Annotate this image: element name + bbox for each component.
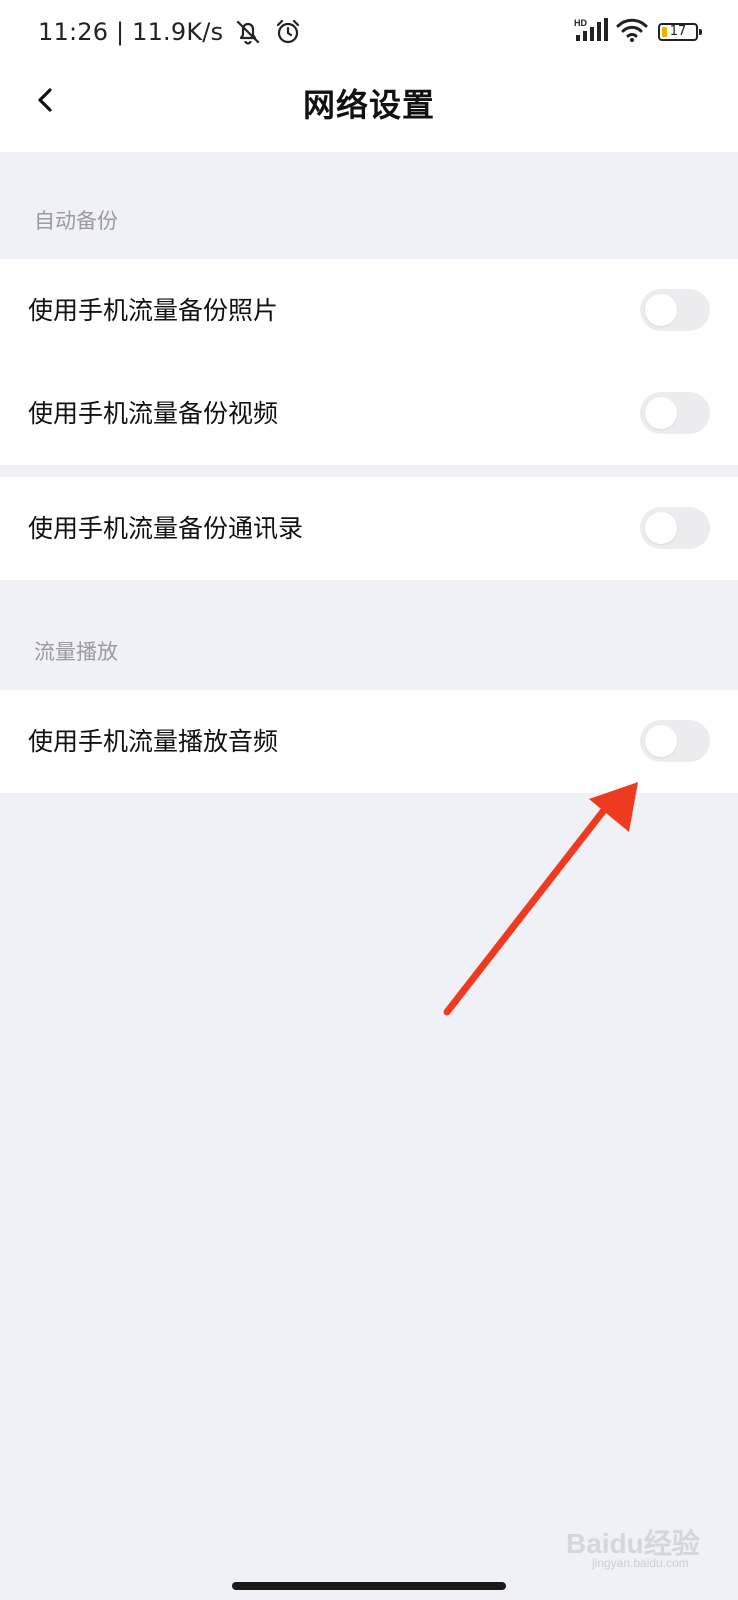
section-label-auto-backup: 自动备份 — [34, 209, 118, 233]
setting-row-play-audio[interactable]: 使用手机流量播放音频 — [0, 690, 738, 793]
toggle-knob — [645, 512, 677, 544]
status-time-speed: 11:26 | 11.9K/s — [38, 18, 224, 46]
setting-row-backup-photos[interactable]: 使用手机流量备份照片 — [0, 259, 738, 362]
battery-icon: 17 — [658, 23, 702, 41]
status-right: HD 17 — [566, 14, 702, 50]
setting-row-backup-videos[interactable]: 使用手机流量备份视频 — [0, 362, 738, 465]
setting-label: 使用手机流量备份照片 — [28, 296, 279, 325]
signal-icon: HD — [574, 17, 608, 47]
settings-group-playback: 使用手机流量播放音频 — [0, 690, 738, 793]
wifi-icon — [616, 17, 648, 47]
toggle-backup-photos[interactable] — [640, 289, 710, 331]
battery-level: 17 — [669, 24, 687, 39]
setting-label: 使用手机流量备份通讯录 — [28, 514, 304, 543]
status-bar: 11:26 | 11.9K/s HD 17 — [0, 0, 738, 62]
settings-group-backup-contacts: 使用手机流量备份通讯录 — [0, 477, 738, 580]
settings-group-backup-media: 使用手机流量备份照片 使用手机流量备份视频 — [0, 259, 738, 465]
toggle-play-audio[interactable] — [640, 720, 710, 762]
page-title: 网络设置 — [302, 86, 435, 124]
annotation-arrow-icon — [443, 782, 638, 1016]
status-left: 11:26 | 11.9K/s — [38, 14, 303, 50]
toggle-backup-contacts[interactable] — [640, 507, 710, 549]
nav-header: 网络设置 — [0, 62, 738, 152]
toggle-knob — [645, 725, 677, 757]
mute-bell-icon — [233, 17, 263, 47]
network-label: HD — [574, 18, 587, 28]
toggle-knob — [645, 397, 677, 429]
section-label-data-playback: 流量播放 — [34, 640, 118, 664]
battery-cap — [699, 29, 702, 35]
setting-label: 使用手机流量备份视频 — [28, 399, 279, 428]
watermark-url: jingyan.baidu.com — [592, 1556, 689, 1570]
toggle-backup-videos[interactable] — [640, 392, 710, 434]
home-indicator[interactable] — [232, 1582, 506, 1590]
setting-label: 使用手机流量播放音频 — [28, 727, 279, 756]
toggle-knob — [645, 294, 677, 326]
setting-row-backup-contacts[interactable]: 使用手机流量备份通讯录 — [0, 477, 738, 580]
alarm-icon — [273, 17, 303, 47]
